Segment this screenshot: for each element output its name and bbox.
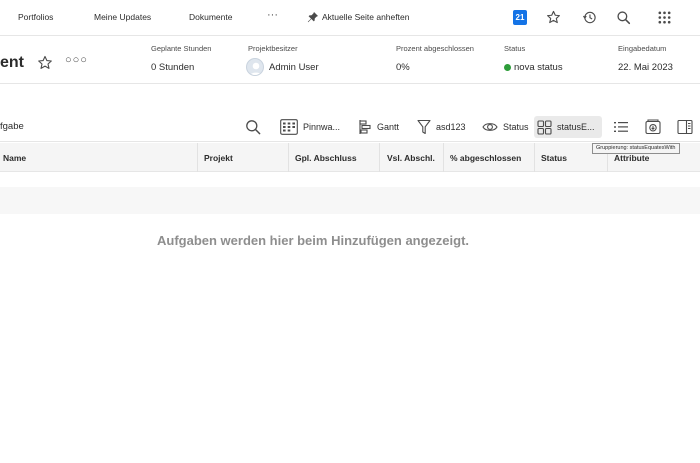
entry-date-label: Eingabedatum (618, 44, 667, 53)
entry-date-value: 22. Mai 2023 (618, 62, 673, 73)
percent-complete-label: Prozent abgeschlossen (396, 44, 474, 53)
percent-complete-value: 0% (396, 62, 410, 73)
empty-state-message: Aufgaben werden hier beim Hinzufügen ang… (156, 233, 470, 248)
export-icon[interactable] (645, 119, 661, 135)
board-view-button[interactable]: Pinnwa... (277, 116, 343, 138)
column-divider[interactable] (288, 143, 289, 172)
filter-icon (417, 119, 431, 135)
column-divider[interactable] (443, 143, 444, 172)
filter-button[interactable]: asd123 (414, 116, 469, 138)
grouping-tooltip: Gruppierung: statusEquatesWith (592, 143, 680, 154)
task-toolbar: fgabe Pinnwa... Gantt asd123 Status stat… (0, 112, 700, 142)
owner-label: Projektbesitzer (248, 44, 298, 53)
column-status[interactable]: Status (541, 153, 567, 163)
column-name[interactable]: Name (3, 153, 26, 163)
group-row (0, 187, 700, 214)
status-label: Status (504, 44, 526, 53)
column-percent-complete[interactable]: % abgeschlossen (450, 153, 521, 163)
status-value[interactable]: nova status (514, 62, 563, 73)
apps-grid-icon[interactable] (657, 10, 672, 25)
user-avatar-icon (250, 62, 262, 75)
pin-label: Aktuelle Seite anheften (322, 12, 410, 22)
pin-icon (307, 12, 318, 23)
filter-label: asd123 (436, 122, 466, 132)
gantt-icon (359, 120, 371, 134)
history-icon[interactable] (582, 10, 597, 25)
calendar-icon[interactable]: 21 (513, 10, 527, 25)
project-header: ent ○○○ Geplante Stunden 0 Stunden Proje… (0, 36, 700, 84)
view-button[interactable]: Status (479, 116, 532, 138)
planned-hours-label: Geplante Stunden (151, 44, 212, 53)
favorite-star-icon[interactable] (37, 55, 53, 71)
column-project[interactable]: Projekt (204, 153, 233, 163)
panel-toggle-icon[interactable] (677, 119, 693, 135)
top-navigation: Portfolios Meine Updates Dokumente ··· A… (0, 0, 700, 36)
pin-page-button[interactable]: Aktuelle Seite anheften (307, 10, 409, 24)
column-divider[interactable] (534, 143, 535, 172)
avatar[interactable] (246, 58, 264, 76)
grouping-icon (537, 119, 552, 135)
gantt-view-label: Gantt (377, 122, 400, 132)
search-icon[interactable] (245, 119, 261, 135)
nav-more-button[interactable]: ··· (267, 9, 278, 21)
status-dot-icon (504, 64, 511, 71)
column-divider[interactable] (197, 143, 198, 172)
nav-documents[interactable]: Dokumente (189, 12, 232, 22)
search-icon[interactable] (616, 10, 631, 25)
nav-portfolios[interactable]: Portfolios (18, 12, 53, 22)
board-icon (280, 119, 298, 135)
page-title: ent (0, 54, 24, 71)
column-projected-completion[interactable]: Vsl. Abschl. (387, 153, 435, 163)
eye-icon (482, 123, 498, 131)
column-attributes[interactable]: Attribute (614, 153, 649, 163)
star-icon[interactable] (546, 10, 561, 25)
gantt-view-button[interactable]: Gantt (355, 116, 402, 138)
list-settings-icon[interactable] (613, 119, 629, 135)
nav-my-updates[interactable]: Meine Updates (94, 12, 151, 22)
view-label: Status (503, 122, 529, 132)
column-divider[interactable] (379, 143, 380, 172)
grouping-label: statusE... (557, 122, 595, 132)
owner-value[interactable]: Admin User (269, 62, 319, 73)
grouping-button[interactable]: statusE... (534, 116, 602, 138)
search-input[interactable]: fgabe (0, 121, 24, 132)
column-planned-completion[interactable]: Gpl. Abschluss (295, 153, 357, 163)
more-options-button[interactable]: ○○○ (65, 54, 88, 66)
board-view-label: Pinnwa... (303, 122, 341, 132)
planned-hours-value: 0 Stunden (151, 62, 195, 73)
